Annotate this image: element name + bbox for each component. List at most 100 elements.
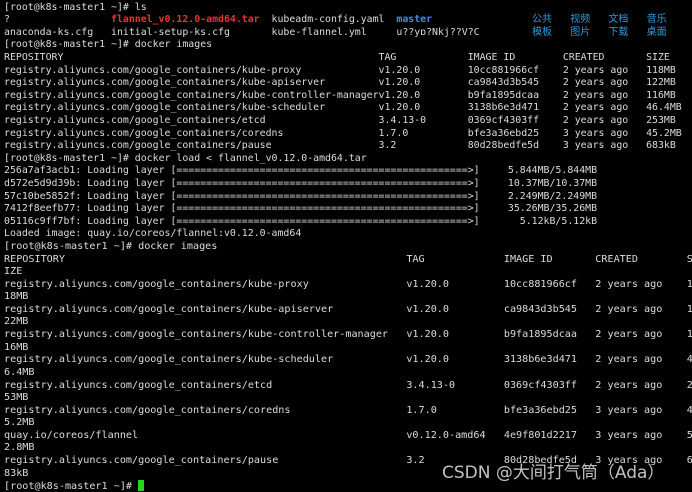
table-cell: ca9843d3b545 [467, 77, 540, 89]
progress-bar: [=======================================… [170, 190, 480, 202]
table-cell: v1.20.0 [378, 102, 421, 114]
directory-entry: 桌面 [646, 26, 667, 38]
table-row: registry.aliyuncs.com/google_containers/… [4, 354, 692, 378]
table-cell: 1.7.0 [378, 127, 409, 139]
table-header: REPOSITORY TAG IMAGE ID CREATED SIZE [4, 254, 692, 278]
directory-entry: 图片 [570, 26, 591, 38]
table-cell: bfe3a36ebd25 [467, 127, 540, 139]
command-prompt: [root@k8s-master1 ~]# docker images [4, 240, 218, 252]
layer-id: 256a7af3acb1: Loading layer [4, 165, 165, 177]
progress-bar: [=======================================… [170, 177, 480, 189]
table-cell: 0369cf4303ff [467, 114, 540, 126]
table-row: registry.aliyuncs.com/google_containers/… [4, 329, 692, 353]
progress-bar: [=======================================… [170, 215, 480, 227]
ls-output-row: ? flannel_v0.12.0-amd64.tar kubeadm-config… [4, 14, 692, 27]
load-progress-line: 57c10be5852f: Loading layer [============… [4, 191, 692, 204]
layer-size: 5.12kB/5.12kB [519, 215, 598, 227]
layer-id: 05116c9ff7bf: Loading layer [4, 215, 165, 227]
table-cell: 45.2MB [646, 127, 682, 139]
table-cell: v1.20.0 [378, 64, 421, 76]
table-cell: registry.aliyuncs.com/google_containers/… [4, 89, 379, 101]
layer-size: 35.26MB/35.26MB [507, 203, 598, 215]
progress-bar: [=======================================… [170, 165, 480, 177]
column-header: TAG [378, 51, 397, 63]
layer-id: 57c10be5852f: Loading layer [4, 190, 165, 202]
directory-entry: 文档 [608, 14, 629, 26]
table-cell: 3.4.13-0 [378, 114, 427, 126]
table-cell: 2 years ago [562, 64, 629, 76]
table-cell: 2 years ago [562, 77, 629, 89]
table-row: registry.aliyuncs.com/google_containers/… [4, 304, 692, 328]
terminal-window[interactable]: [root@k8s-master1 ~]# ls? flannel_v0.12.0… [0, 0, 692, 492]
table-cell: b9fa1895dcaa [467, 89, 540, 101]
layer-size: 10.37MB/10.37MB [507, 177, 598, 189]
column-header: REPOSITORY [4, 51, 64, 63]
table-cell: registry.aliyuncs.com/google_containers/… [4, 77, 326, 89]
file-entry: kubeadm-config.yaml [271, 14, 385, 26]
prompt-line: [root@k8s-master1 ~]# ls [4, 2, 692, 15]
wrapped-line [4, 417, 692, 430]
progress-bar: [=======================================… [170, 203, 480, 215]
table-row: quay.io/coreos/flannel v0.12.0-amd64 4e9f8… [4, 430, 692, 454]
column-header: CREATED [562, 51, 605, 63]
table-row: registry.aliyuncs.com/google_containers/… [4, 128, 692, 141]
directory-entry: 模板 [532, 26, 553, 38]
table-header: REPOSITORY TAG IMAGE ID CREATED SIZE [4, 52, 692, 65]
prompt-line: [root@k8s-master1 ~]# docker images [4, 241, 692, 254]
layer-id: d572e5d9d39b: Loading layer [4, 177, 165, 189]
table-cell: 2 years ago [562, 89, 629, 101]
file-entry: ? [4, 14, 10, 26]
table-cell: 3 years ago [562, 140, 629, 152]
wrapped-line [4, 342, 692, 355]
table-cell: registry.aliyuncs.com/google_containers/… [4, 64, 302, 76]
load-progress-line: 05116c9ff7bf: Loading layer [============… [4, 216, 692, 229]
table-cell: registry.aliyuncs.com/google_containers/… [4, 127, 284, 139]
table-row: registry.aliyuncs.com/google_containers/… [4, 90, 692, 103]
command-prompt: [root@k8s-master1 ~]# ls [4, 1, 147, 13]
directory-entry: 视频 [570, 14, 591, 26]
directory-entry: 下载 [608, 26, 629, 38]
table-cell: 122MB [646, 77, 676, 89]
table-row: registry.aliyuncs.com/google_containers/… [4, 115, 692, 128]
prompt-line: [root@k8s-master1 ~]# docker images [4, 39, 692, 52]
command-prompt: [root@k8s-master1 ~]# docker images [4, 39, 213, 51]
layer-size: 5.844MB/5.844MB [507, 165, 598, 177]
table-cell: 683kB [646, 140, 676, 152]
load-progress-line: 7412f8eefb77: Loading layer [============… [4, 203, 692, 216]
table-cell: 253MB [646, 114, 676, 126]
table-cell: v1.20.0 [378, 89, 421, 101]
file-entry: kube-flannel.yml [271, 26, 367, 38]
table-row: registry.aliyuncs.com/google_containers/… [4, 140, 692, 153]
directory-entry: 公共 [532, 14, 553, 26]
prompt-line: [root@k8s-master1 ~]# docker load < flan… [4, 153, 692, 166]
wrapped-line [4, 443, 692, 456]
wrapped-line [4, 367, 692, 380]
table-cell: registry.aliyuncs.com/google_containers/… [4, 140, 272, 152]
file-entry: anaconda-ks.cfg [4, 26, 94, 38]
directory-entry: 音乐 [646, 14, 667, 26]
table-cell: 118MB [646, 64, 676, 76]
ls-output-row: anaconda-ks.cfg initial-setup-ks.cfg kube-… [4, 27, 692, 40]
output-line: Loaded image: quay.io/coreos/flannel:v0.… [4, 228, 692, 241]
wrapped-line [4, 317, 692, 330]
table-cell: 2 years ago [562, 102, 629, 114]
file-entry: u??yɒ?Nkj??V?C [396, 26, 480, 38]
table-row: registry.aliyuncs.com/google_containers/… [4, 77, 692, 90]
table-cell: 2 years ago [562, 114, 629, 126]
table-cell: v1.20.0 [378, 77, 421, 89]
table-row: registry.aliyuncs.com/google_containers/… [4, 65, 692, 78]
table-cell: 80d28bedfe5d [467, 140, 540, 152]
cursor-icon [138, 480, 145, 492]
file-entry: initial-setup-ks.cfg [111, 26, 230, 38]
load-progress-line: 256a7af3acb1: Loading layer [============… [4, 165, 692, 178]
column-header: SIZE [646, 51, 670, 63]
directory-entry: master [396, 14, 433, 26]
load-progress-line: d572e5d9d39b: Loading layer [============… [4, 178, 692, 191]
table-cell: 46.4MB [646, 102, 682, 114]
command-prompt: [root@k8s-master1 ~]# docker load < flan… [4, 152, 367, 164]
table-cell: 3.2 [378, 140, 397, 152]
table-cell: registry.aliyuncs.com/google_containers/… [4, 102, 326, 114]
table-cell: registry.aliyuncs.com/google_containers/… [4, 114, 266, 126]
table-cell: 116MB [646, 89, 676, 101]
layer-id: 7412f8eefb77: Loading layer [4, 203, 165, 215]
